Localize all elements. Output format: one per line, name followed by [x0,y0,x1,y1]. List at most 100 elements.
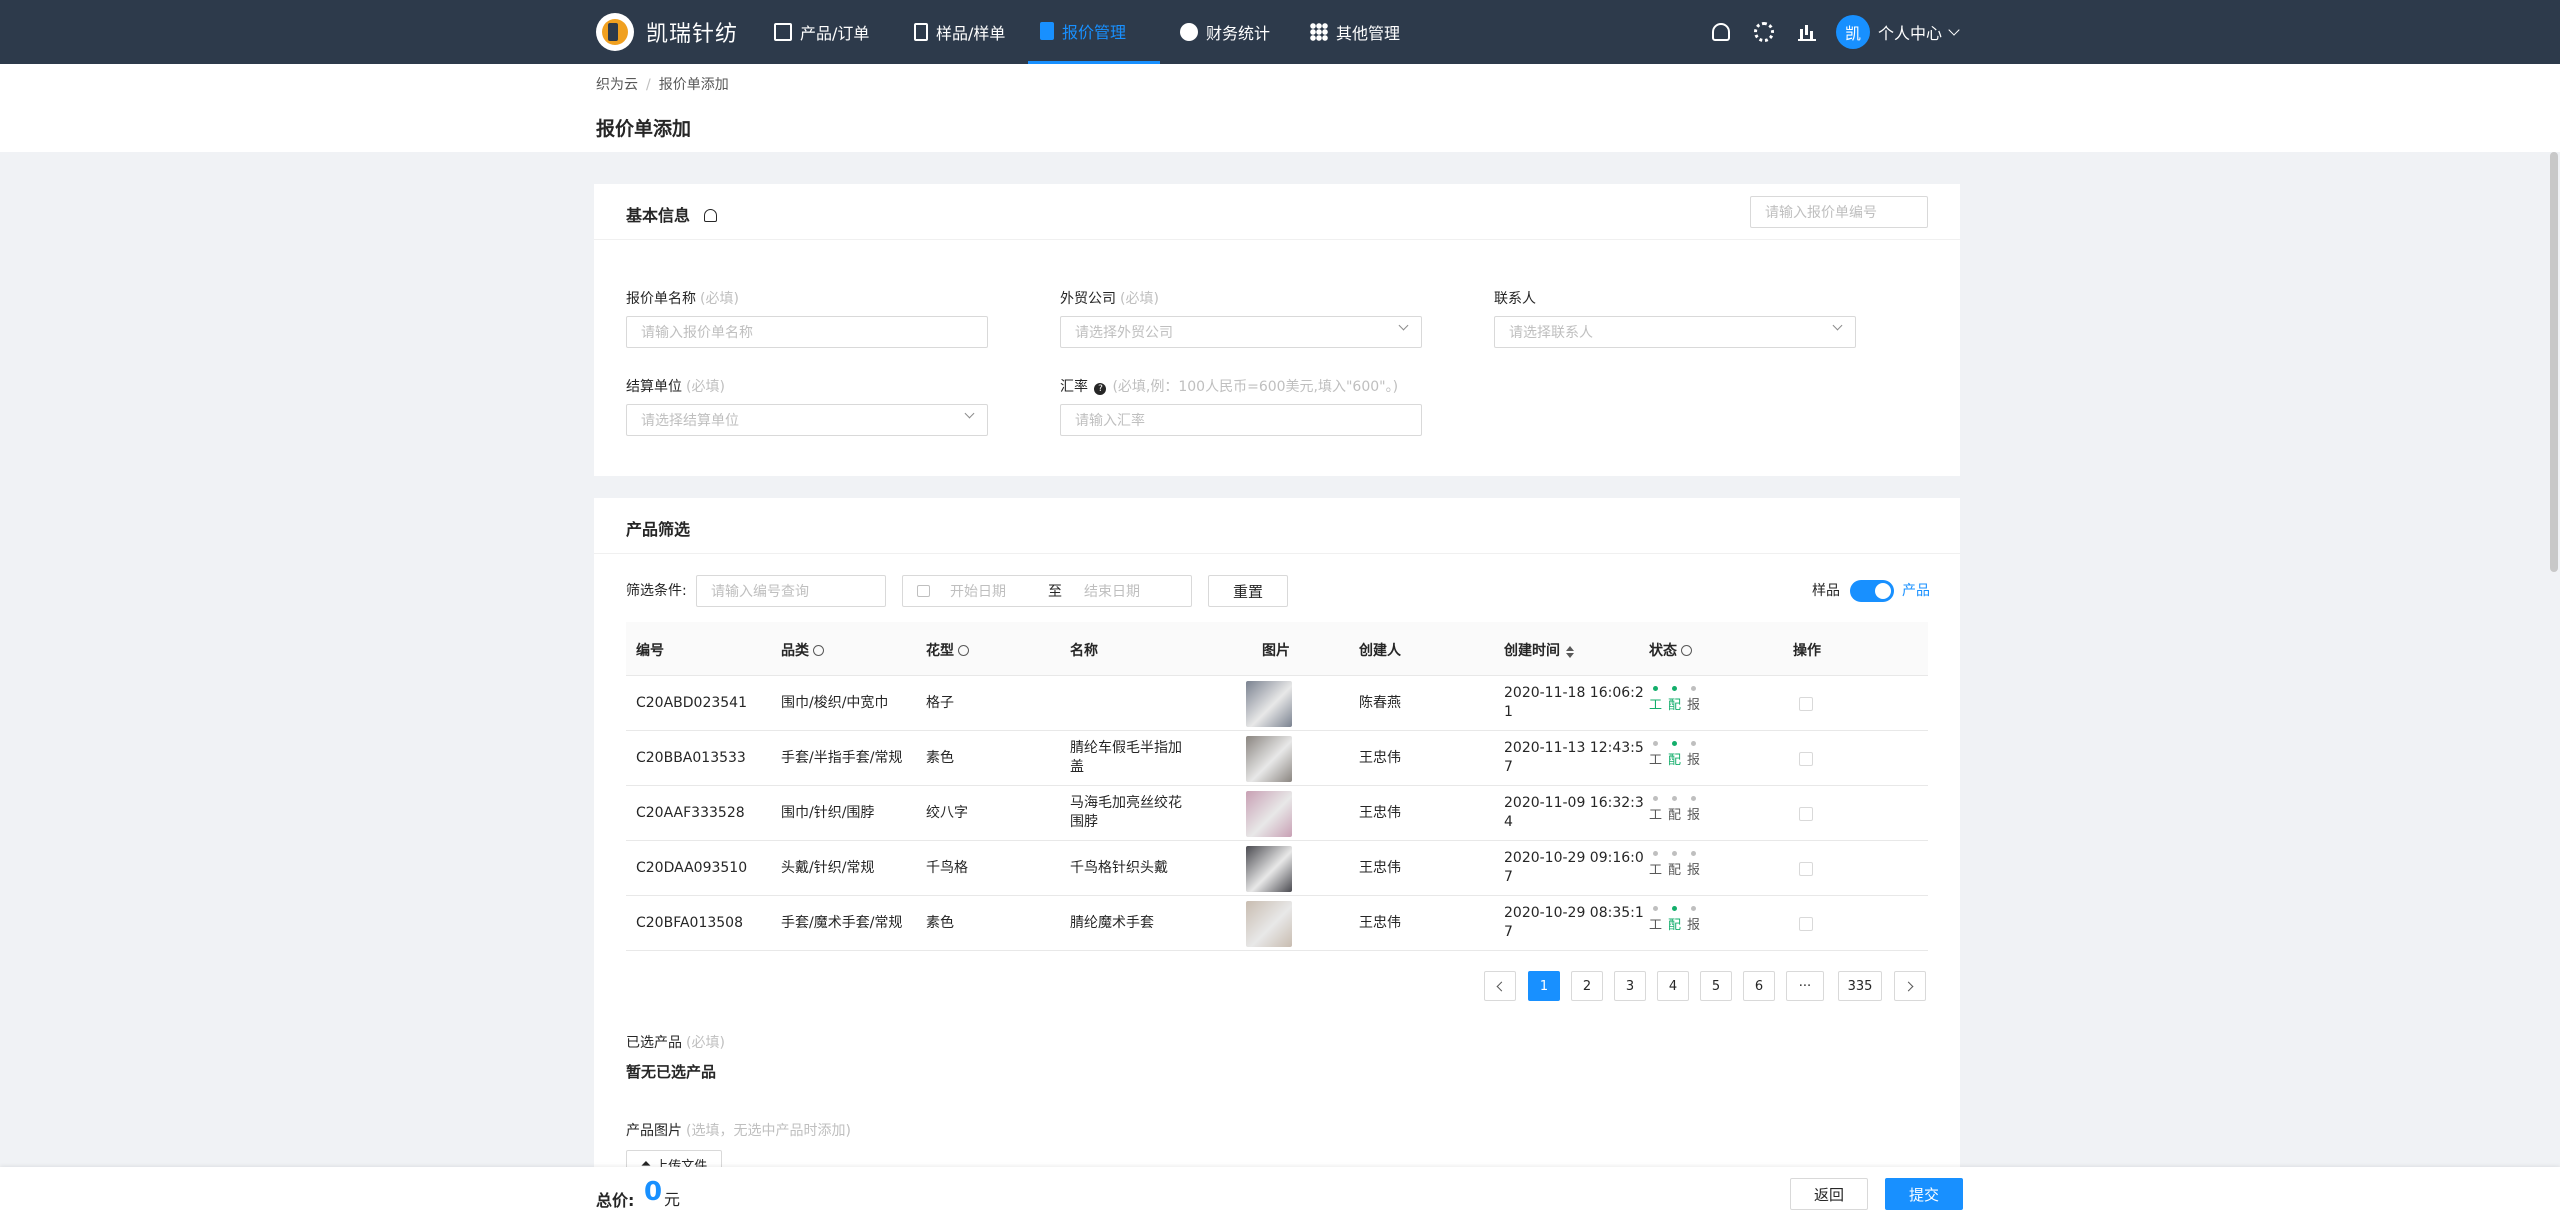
end-date[interactable]: 结束日期 [1084,581,1140,601]
search-icon[interactable] [958,645,969,656]
cell-pattern: 格子 [926,695,954,711]
product-filter-title: 产品筛选 [626,520,691,539]
page-title: 报价单添加 [596,118,692,140]
bar-chart-icon[interactable] [1798,23,1816,41]
table-row[interactable]: C20AAF333528 围巾/针织/围脖 绞八字 马海毛加亮丝绞花 围脖 王忠伟 2020… [626,786,1928,841]
product-thumbnail[interactable] [1246,901,1292,947]
col-pattern[interactable]: 花型 [926,640,969,660]
table-row[interactable]: C20BFA013508 手套/魔术手套/常规 素色 腈纶魔术手套 王忠伟 2020-10… [626,896,1928,951]
cell-name-line1: 腈纶车假毛半指加 [1070,740,1182,756]
status-letter: 报 [1687,753,1701,768]
gear-icon[interactable] [1754,22,1774,42]
date-range-picker[interactable]: 开始日期 至 结束日期 [902,575,1192,607]
bell-icon[interactable] [704,209,718,222]
nav-item-label: 样品/样单 [936,24,1006,43]
help-icon[interactable]: ? [1094,383,1107,395]
table-row[interactable]: C20DAA093510 头戴/针织/常规 千鸟格 千鸟格针织头戴 王忠伟 2020-10… [626,841,1928,896]
col-image: 图片 [1262,643,1290,659]
page-ellipsis[interactable]: ··· [1786,971,1824,1001]
cell-time-line1: 2020-11-13 12:43:5 [1504,740,1644,756]
toggle-right-label: 产品 [1902,583,1930,599]
status-letter: 工 [1649,753,1663,768]
col-status[interactable]: 状态 [1649,640,1692,660]
cell-creator: 王忠伟 [1359,750,1401,766]
prev-page-button[interactable] [1484,971,1516,1001]
status-letter: 报 [1687,918,1701,933]
next-page-button[interactable] [1894,971,1926,1001]
breadcrumb-root[interactable]: 织为云 [596,77,638,93]
col-category[interactable]: 品类 [781,640,824,660]
row-select-checkbox[interactable] [1799,752,1813,766]
selected-products-label: 已选产品 (必填) [626,1035,725,1051]
brand[interactable]: 凯瑞针纺 [596,12,738,52]
row-select-checkbox[interactable] [1799,697,1813,711]
product-thumbnail[interactable] [1246,846,1292,892]
table-row[interactable]: C20BBA013533 手套/半指手套/常规 素色 腈纶车假毛半指加盖 王忠伟 2020… [626,731,1928,786]
status-dot [1691,906,1696,911]
contact-select[interactable]: 请选择联系人 [1494,316,1856,348]
row-select-checkbox[interactable] [1799,862,1813,876]
sample-product-toggle[interactable] [1850,580,1894,602]
page-scrollbar[interactable] [2550,152,2558,572]
page-header: 织为云 / 报价单添加 报价单添加 [0,64,2560,152]
page-6[interactable]: 6 [1743,971,1775,1001]
status-dot [1672,741,1677,746]
page-2[interactable]: 2 [1571,971,1603,1001]
table-row[interactable]: C20ABD023541 围巾/梭织/中宽巾 格子 陈春燕 2020-11-18 16:… [626,676,1928,731]
product-table: 编号 品类 花型 名称 图片 创建人 创建时间 状态 操作 C20ABD0235… [626,622,1928,951]
trade-company-select[interactable]: 请选择外贸公司 [1060,316,1422,348]
breadcrumb: 织为云 / 报价单添加 [596,74,729,94]
row-select-checkbox[interactable] [1799,807,1813,821]
page-5[interactable]: 5 [1700,971,1732,1001]
sort-icon[interactable] [1566,646,1574,658]
cell-creator: 陈春燕 [1359,695,1401,711]
quote-code-input[interactable]: 请输入报价单编号 [1750,196,1928,228]
chevron-down-icon [1832,320,1843,331]
user-menu[interactable]: 凯 个人中心 [1836,0,1960,64]
cell-time-line2: 7 [1504,869,1513,885]
trade-company-label: 外贸公司 (必填) [1060,291,1159,307]
chevron-down-icon [1398,320,1409,331]
settlement-unit-select[interactable]: 请选择结算单位 [626,404,988,436]
nav-item-finance[interactable]: 财务统计 [1180,0,1270,64]
row-select-checkbox[interactable] [1799,917,1813,931]
cell-name-line1: 马海毛加亮丝绞花 [1070,795,1182,811]
nav-item-other[interactable]: 其他管理 [1310,0,1400,64]
reset-button[interactable]: 重置 [1208,575,1288,607]
status-dot [1691,851,1696,856]
status-letter: 工 [1649,808,1663,823]
page-1[interactable]: 1 [1528,971,1560,1001]
nav-item-samples[interactable]: 样品/样单 [914,0,1005,64]
product-thumbnail[interactable] [1246,791,1292,837]
product-thumbnail[interactable] [1246,736,1292,782]
start-date[interactable]: 开始日期 [950,581,1006,601]
back-button[interactable]: 返回 [1790,1178,1868,1210]
user-center-label: 个人中心 [1878,24,1943,43]
product-filter-header: 产品筛选 [594,498,1960,554]
quote-name-label: 报价单名称 (必填) [626,291,739,307]
nav-item-quotes[interactable]: 报价管理 [1028,0,1160,64]
search-icon[interactable] [1681,645,1692,656]
cell-category: 围巾/针织/围脖 [781,805,875,821]
cell-code: C20BBA013533 [636,750,746,766]
quote-name-input[interactable]: 请输入报价单名称 [626,316,988,348]
col-created-time[interactable]: 创建时间 [1504,640,1574,660]
page-3[interactable]: 3 [1614,971,1646,1001]
page-last[interactable]: 335 [1838,971,1882,1001]
search-icon[interactable] [813,645,824,656]
cell-pattern: 绞八字 [926,805,968,821]
exchange-rate-input[interactable]: 请输入汇率 [1060,404,1422,436]
cell-code: C20DAA093510 [636,860,748,876]
cell-time-line1: 2020-11-18 16:06:2 [1504,685,1644,701]
product-thumbnail[interactable] [1246,681,1292,727]
code-search-input[interactable]: 请输入编号查询 [696,575,886,607]
toggle-left-label: 样品 [1812,583,1840,599]
col-code: 编号 [636,643,664,659]
status-dot [1691,686,1696,691]
page-4[interactable]: 4 [1657,971,1689,1001]
nav-item-products-orders[interactable]: 产品/订单 [774,0,869,64]
cell-pattern: 素色 [926,750,954,766]
status-dot [1653,741,1658,746]
submit-button[interactable]: 提交 [1885,1178,1963,1210]
bell-icon[interactable] [1712,23,1730,41]
